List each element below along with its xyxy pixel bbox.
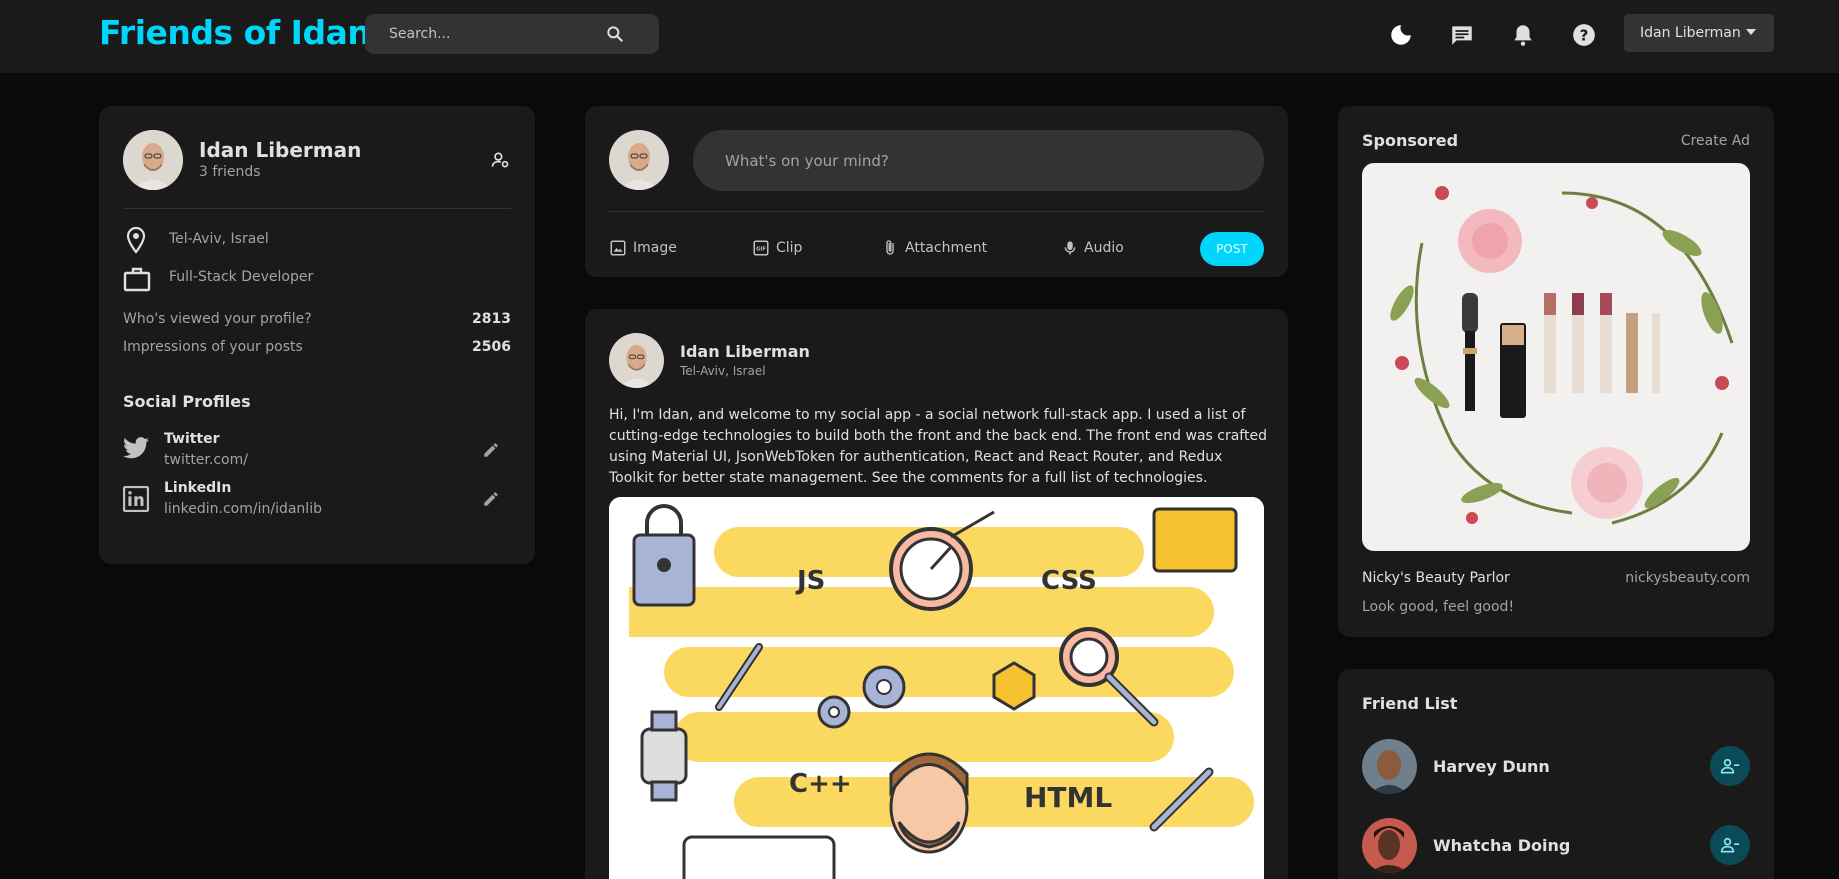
attachment-action[interactable]: Attachment (881, 238, 987, 258)
stat-label: Who's viewed your profile? (123, 311, 312, 327)
location-icon (126, 226, 146, 254)
brand-logo[interactable]: Friends of Idan (99, 13, 371, 52)
avatar[interactable] (123, 130, 183, 190)
html-label: HTML (1024, 781, 1112, 814)
post-image: JS CSS C++ HTML (609, 497, 1264, 879)
image-action[interactable]: Image (609, 238, 677, 258)
avatar-photo (609, 333, 664, 388)
work-icon (123, 267, 151, 292)
user-menu-select[interactable]: Idan Liberman (1624, 14, 1774, 52)
tech-illustration: JS CSS C++ HTML (609, 497, 1264, 879)
post-author[interactable]: Idan Liberman (680, 342, 810, 361)
sponsored-widget: Sponsored Create Ad Nicky's Beauty Parlo… (1338, 106, 1774, 637)
stat-value: 2813 (472, 311, 511, 327)
post-location: Tel-Aviv, Israel (680, 364, 766, 378)
remove-friend-button[interactable] (1710, 825, 1750, 865)
cpp-label: C++ (789, 769, 852, 799)
image-action-label: Image (633, 240, 677, 256)
create-ad-link[interactable]: Create Ad (1659, 133, 1750, 149)
dark-mode-icon[interactable] (1388, 22, 1414, 48)
edit-icon[interactable] (482, 490, 500, 508)
profile-occupation: Full-Stack Developer (169, 269, 314, 285)
person-remove-icon (1720, 837, 1740, 853)
divider (609, 211, 1264, 212)
audio-action-label: Audio (1084, 240, 1124, 256)
social-name: LinkedIn (164, 480, 232, 496)
social-url[interactable]: twitter.com/ (164, 452, 248, 468)
mic-icon (1064, 241, 1076, 255)
ad-image[interactable] (1362, 163, 1750, 551)
edit-icon[interactable] (482, 441, 500, 459)
twitter-icon (123, 437, 149, 459)
remove-friend-button[interactable] (1710, 746, 1750, 786)
stat-value: 2506 (472, 339, 511, 355)
navbar: Friends of Idan ? Idan Liberman (0, 0, 1839, 73)
image-icon (610, 240, 626, 256)
avatar-photo (609, 130, 669, 190)
profile-friends-count: 3 friends (199, 164, 261, 180)
post-text: Hi, I'm Idan, and welcome to my social a… (609, 407, 1267, 486)
svg-text:?: ? (1580, 26, 1589, 44)
user-menu-label: Idan Liberman (1640, 25, 1741, 41)
message-icon[interactable] (1449, 22, 1475, 48)
friend-name[interactable]: Harvey Dunn (1433, 757, 1550, 776)
user-widget: Idan Liberman 3 friends Tel-Aviv, Israel… (99, 106, 535, 564)
manage-accounts-icon[interactable] (490, 150, 510, 170)
post-button[interactable]: POST (1200, 232, 1264, 266)
audio-action[interactable]: Audio (1062, 238, 1124, 258)
gif-icon: GIF (753, 240, 769, 256)
friend-avatar[interactable] (1362, 739, 1417, 794)
friend-name[interactable]: Whatcha Doing (1433, 836, 1570, 855)
sponsored-title: Sponsored (1362, 131, 1459, 150)
social-url[interactable]: linkedin.com/in/idanlib (164, 501, 322, 517)
attachment-action-label: Attachment (905, 240, 988, 256)
help-icon[interactable]: ? (1571, 22, 1597, 48)
person-remove-icon (1720, 758, 1740, 774)
friend-list-widget: Friend List Harvey Dunn Whatcha Doing (1338, 669, 1774, 879)
friend-list-title: Friend List (1362, 694, 1458, 713)
social-profiles-title: Social Profiles (123, 392, 251, 411)
divider (123, 208, 511, 209)
chevron-down-icon (1746, 29, 1756, 35)
ad-website[interactable]: nickysbeauty.com (1618, 570, 1750, 586)
friend-avatar[interactable] (1362, 818, 1417, 873)
friend-photo (1362, 818, 1417, 873)
avatar[interactable] (609, 130, 669, 190)
profile-location: Tel-Aviv, Israel (169, 231, 269, 247)
avatar-photo (123, 130, 183, 190)
attachment-icon (886, 240, 894, 255)
ad-company[interactable]: Nicky's Beauty Parlor (1362, 570, 1510, 586)
clip-action-label: Clip (776, 240, 803, 256)
css-label: CSS (1041, 566, 1097, 596)
svg-text:GIF: GIF (756, 247, 766, 253)
post-widget: Idan Liberman Tel-Aviv, Israel Hi, I'm I… (585, 309, 1288, 879)
search-input[interactable] (389, 14, 609, 54)
ad-tagline: Look good, feel good! (1362, 599, 1515, 615)
beauty-products-image (1362, 163, 1750, 551)
profile-name[interactable]: Idan Liberman (199, 138, 361, 162)
social-name: Twitter (164, 431, 220, 447)
linkedin-icon (123, 486, 149, 512)
friend-photo (1362, 739, 1417, 794)
notifications-icon[interactable] (1510, 22, 1536, 48)
post-input-wrapper (693, 130, 1264, 191)
stat-label: Impressions of your posts (123, 339, 303, 355)
search-icon[interactable] (605, 24, 625, 44)
post-composer: Image GIF Clip Attachment Audio POST (585, 106, 1288, 277)
clip-action[interactable]: GIF Clip (752, 238, 802, 258)
avatar[interactable] (609, 333, 664, 388)
js-label: JS (795, 566, 825, 596)
search-bar (365, 14, 659, 54)
post-input[interactable] (725, 130, 1225, 191)
